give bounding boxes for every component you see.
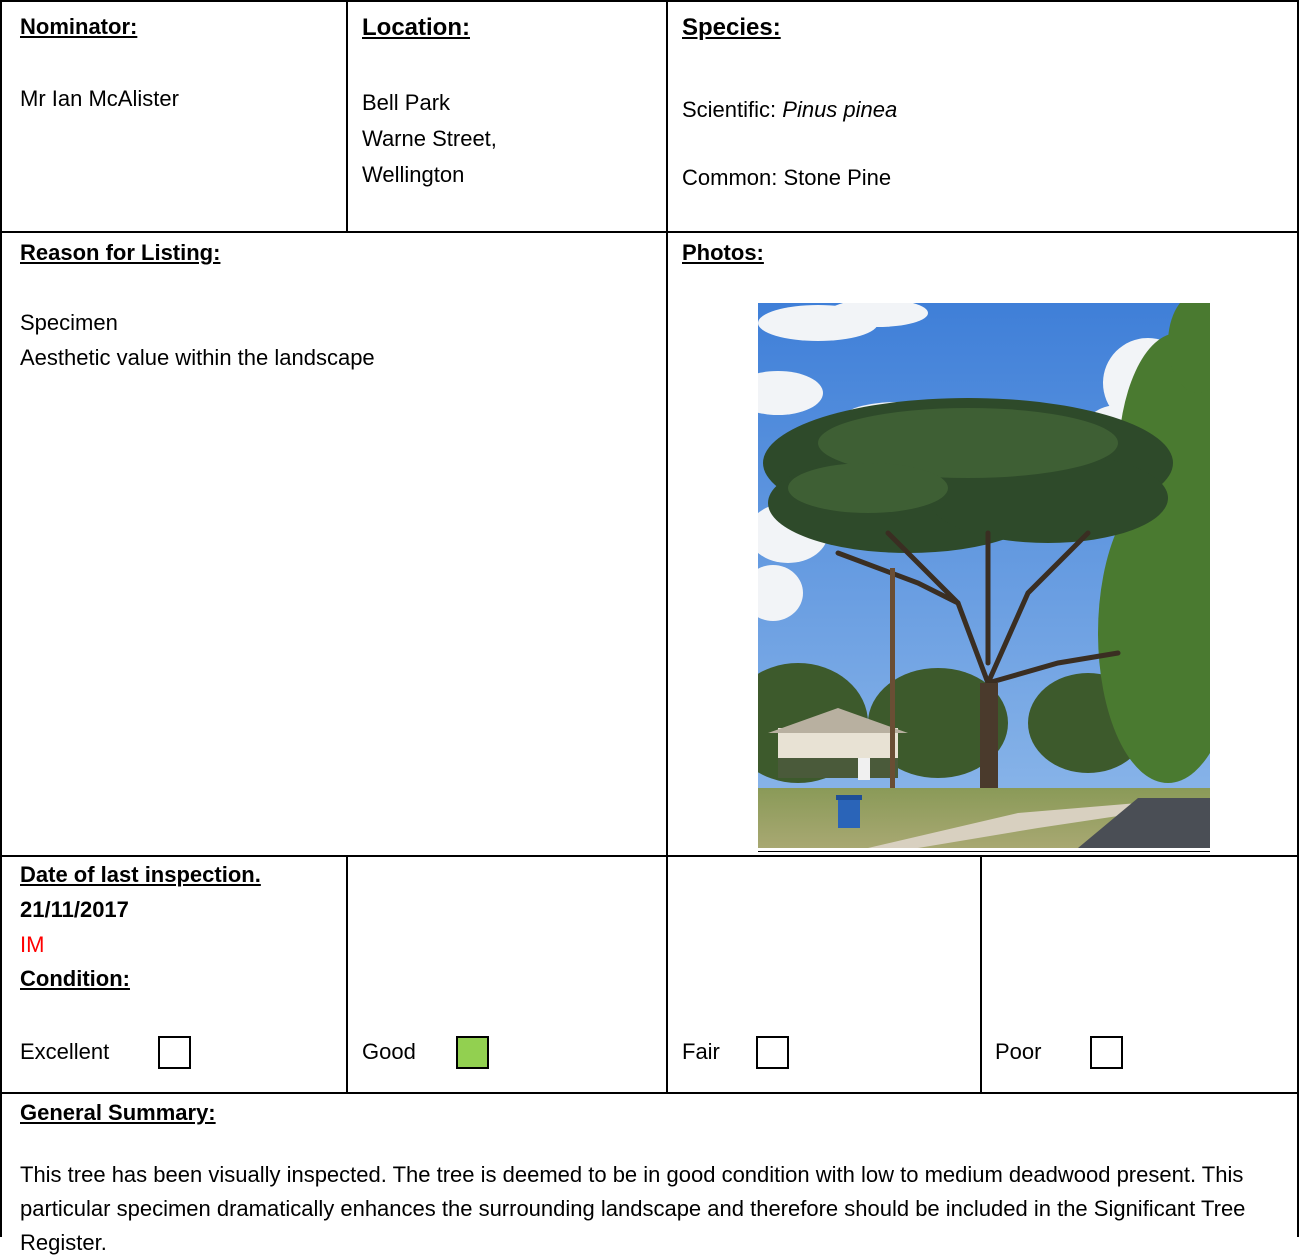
location-heading: Location: <box>362 14 470 41</box>
row2-bottom-border <box>0 855 1299 857</box>
location-line3: Wellington <box>362 162 465 187</box>
species-scientific: Scientific: Pinus pinea <box>682 97 897 123</box>
row1-bottom-border <box>0 231 1299 233</box>
species-scientific-value: Pinus pinea <box>782 97 898 122</box>
reason-heading: Reason for Listing: <box>20 240 221 265</box>
condition-checkbox-poor[interactable] <box>1090 1036 1123 1069</box>
col-divider-poor <box>980 855 982 1094</box>
row3-bottom-border <box>0 1092 1299 1094</box>
location-line1: Bell Park <box>362 90 451 115</box>
table-top-border <box>0 0 1299 2</box>
location-line2: Warne Street, <box>362 126 497 151</box>
inspector-initials: IM <box>20 932 45 957</box>
reason-line2: Aesthetic value within the landscape <box>20 345 375 370</box>
col-divider-species <box>666 0 668 1094</box>
photos-heading: Photos: <box>682 240 764 265</box>
nominator-heading: Nominator: <box>20 14 138 39</box>
condition-label-poor: Poor <box>995 1039 1042 1064</box>
summary-heading: General Summary: <box>20 1100 216 1125</box>
nominator-value: Mr Ian McAlister <box>20 86 179 111</box>
tree-photo-image <box>758 303 1210 848</box>
condition-label-good: Good <box>362 1039 416 1064</box>
condition-heading: Condition: <box>20 966 130 991</box>
condition-checkbox-fair[interactable] <box>756 1036 789 1069</box>
species-scientific-label: Scientific: <box>682 97 783 122</box>
species-heading: Species: <box>682 14 781 41</box>
col-divider-nominator <box>346 0 348 232</box>
summary-text: This tree has been visually inspected. T… <box>20 1162 1246 1255</box>
condition-label-excellent: Excellent <box>20 1039 110 1064</box>
condition-checkbox-good[interactable] <box>456 1036 489 1069</box>
photo-underline <box>758 851 1210 852</box>
condition-label-fair: Fair <box>682 1039 720 1064</box>
reason-line1: Specimen <box>20 310 118 335</box>
tree-photo <box>758 303 1210 848</box>
table-left-border <box>0 0 2 1237</box>
inspection-date: 21/11/2017 <box>20 897 129 922</box>
condition-checkbox-excellent[interactable] <box>158 1036 191 1069</box>
col-divider-good <box>346 855 348 1094</box>
species-common: Common: Stone Pine <box>682 165 892 190</box>
inspection-heading: Date of last inspection. <box>20 862 261 887</box>
